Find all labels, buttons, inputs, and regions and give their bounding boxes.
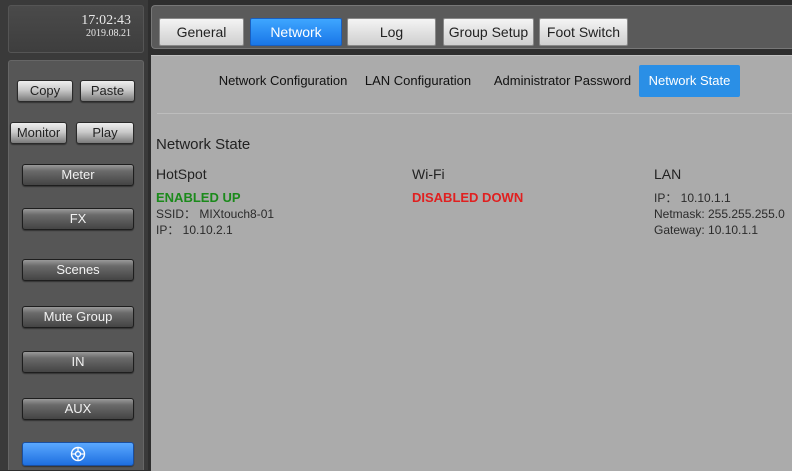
clock-time: 17:02:43 — [81, 13, 131, 28]
tab-foot-switch[interactable]: Foot Switch — [539, 18, 628, 46]
scenes-button[interactable]: Scenes — [22, 259, 134, 281]
top-tab-bar: General Network Log Group Setup Foot Swi… — [151, 5, 792, 49]
hotspot-heading: HotSpot — [156, 166, 207, 182]
divider — [157, 113, 792, 114]
hotspot-status: ENABLED UP — [156, 190, 241, 205]
monitor-button[interactable]: Monitor — [10, 122, 67, 144]
subtab-network-configuration[interactable]: Network Configuration — [213, 65, 353, 97]
settings-dial-icon — [70, 446, 86, 462]
meter-button[interactable]: Meter — [22, 164, 134, 186]
subtab-network-state[interactable]: Network State — [639, 65, 740, 97]
aux-button[interactable]: AUX — [22, 398, 134, 420]
hotspot-ssid: SSID： MIXtouch8-01 — [156, 207, 275, 221]
wifi-heading: Wi-Fi — [412, 166, 445, 182]
fx-button[interactable]: FX — [22, 208, 134, 230]
section-title: Network State — [156, 136, 251, 153]
side-panel: Copy Paste Monitor Play Meter FX Scenes … — [8, 60, 144, 470]
hotspot-ip: IP： 10.10.2.1 — [156, 223, 233, 237]
lan-netmask: Netmask: 255.255.255.0 — [654, 207, 785, 221]
wifi-status: DISABLED DOWN — [412, 190, 524, 205]
lan-gateway: Gateway: 10.10.1.1 — [654, 223, 759, 237]
network-panel: Network Configuration LAN Configuration … — [151, 55, 792, 471]
mute-group-button[interactable]: Mute Group — [22, 306, 134, 328]
lan-ip: IP： 10.10.1.1 — [654, 191, 731, 205]
subtab-lan-configuration[interactable]: LAN Configuration — [362, 65, 474, 97]
paste-button[interactable]: Paste — [80, 80, 135, 102]
clock-display: 17:02:43 2019.08.21 — [8, 5, 144, 53]
copy-button[interactable]: Copy — [17, 80, 73, 102]
settings-dial-button[interactable] — [22, 442, 134, 466]
subtab-administrator-password[interactable]: Administrator Password — [490, 65, 635, 97]
play-button[interactable]: Play — [76, 122, 134, 144]
tab-network[interactable]: Network — [250, 18, 342, 46]
lan-heading: LAN — [654, 166, 682, 182]
in-button[interactable]: IN — [22, 351, 134, 373]
tab-log[interactable]: Log — [347, 18, 436, 46]
tab-general[interactable]: General — [159, 18, 244, 46]
tab-group-setup[interactable]: Group Setup — [443, 18, 534, 46]
sidebar: 17:02:43 2019.08.21 Copy Paste Monitor P… — [0, 0, 148, 470]
clock-date: 2019.08.21 — [86, 28, 131, 39]
